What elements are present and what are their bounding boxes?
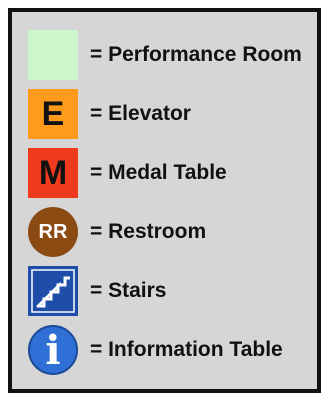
- information-icon-letter: i: [45, 326, 61, 374]
- legend-row-restroom: RR = Restroom: [24, 207, 314, 257]
- legend-row-elevator: E = Elevator: [24, 89, 314, 139]
- elevator-icon-letter: E: [41, 94, 65, 133]
- stairs-icon: [28, 266, 78, 316]
- stairs-icon-graphic: [31, 269, 75, 313]
- legend-row-information-table: i = Information Table: [24, 325, 314, 375]
- medal-table-icon-letter: M: [38, 153, 68, 192]
- legend-label-elevator: = Elevator: [90, 102, 191, 125]
- legend-label-information-table: = Information Table: [90, 338, 283, 361]
- legend-box: = Performance Room E = Elevator M = Meda…: [8, 8, 321, 393]
- information-icon: i: [28, 325, 78, 375]
- legend-row-performance-room: = Performance Room: [24, 30, 314, 80]
- legend-row-stairs: = Stairs: [24, 266, 314, 316]
- green-square-icon: [28, 30, 78, 80]
- restroom-icon-letters: RR: [38, 220, 68, 243]
- legend-label-stairs: = Stairs: [90, 279, 167, 302]
- legend-label-performance-room: = Performance Room: [90, 43, 302, 66]
- legend-label-medal-table: = Medal Table: [90, 161, 227, 184]
- legend-label-restroom: = Restroom: [90, 220, 207, 243]
- restroom-icon: RR: [28, 207, 78, 257]
- elevator-icon: E: [28, 89, 78, 139]
- medal-table-icon: M: [28, 148, 78, 198]
- legend-row-medal-table: M = Medal Table: [24, 148, 314, 198]
